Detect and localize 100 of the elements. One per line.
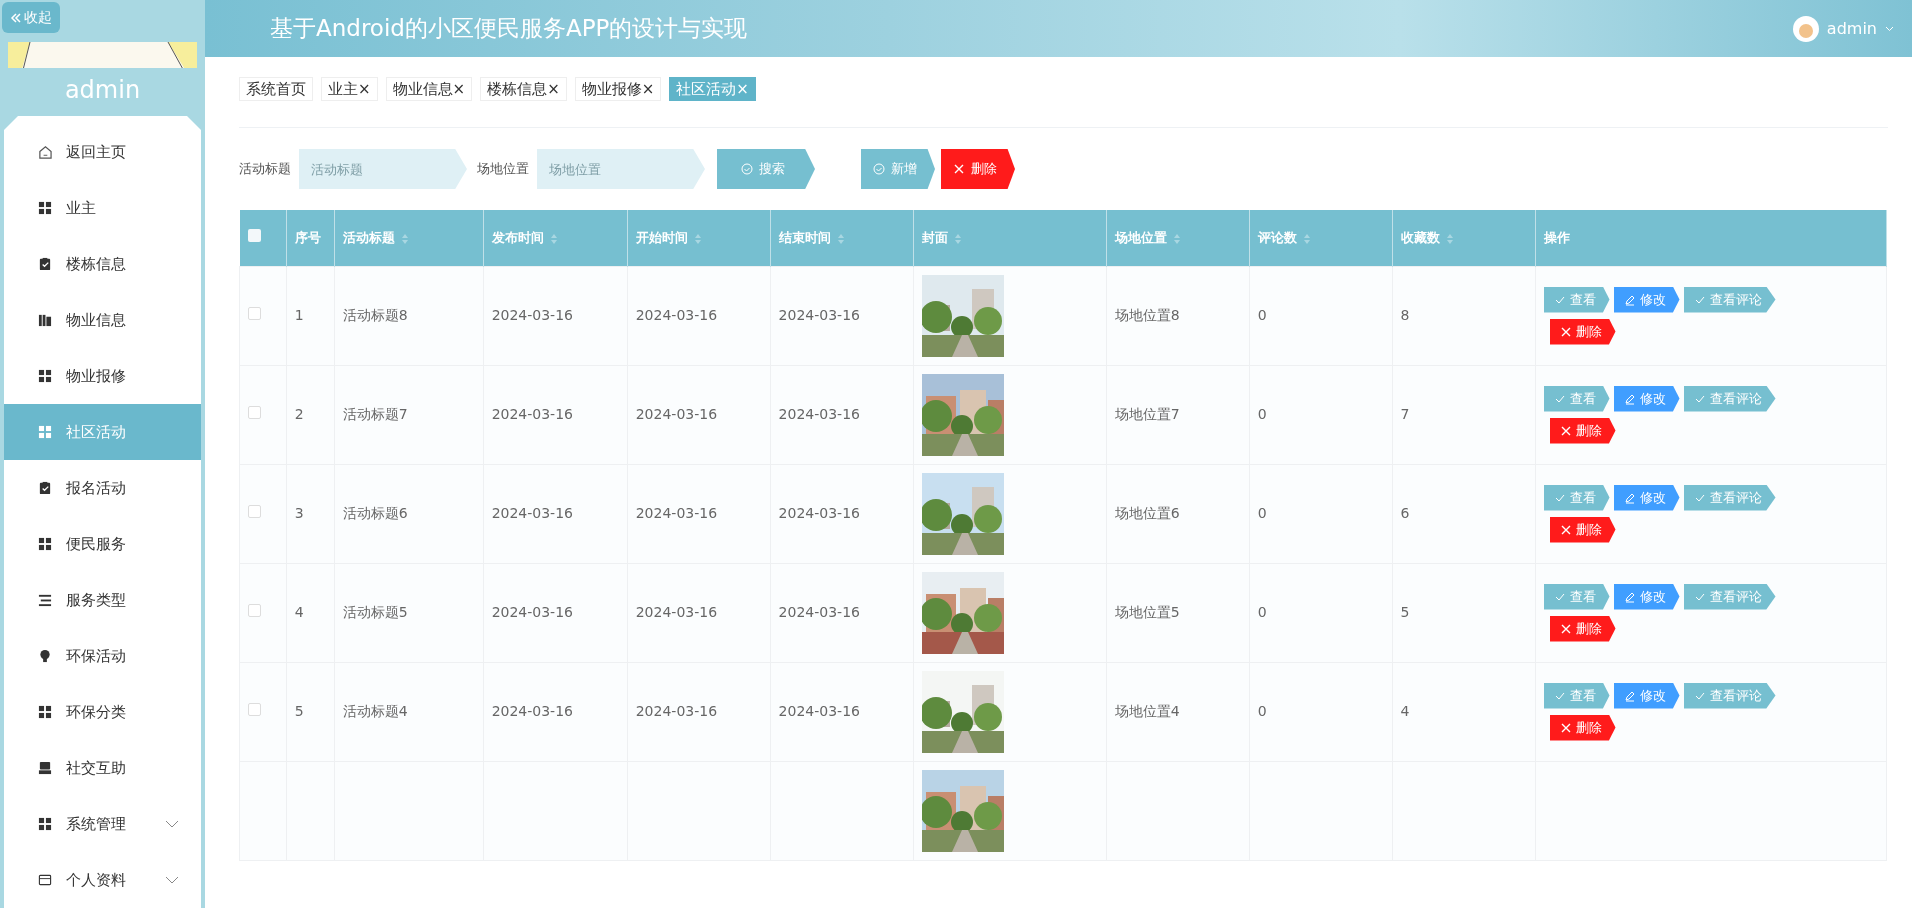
menu-item[interactable]: 社区活动	[4, 404, 201, 460]
clipboard-icon	[38, 257, 52, 271]
table-cell: 2024-03-16	[635, 307, 718, 323]
view-button[interactable]: 查看评论	[1683, 484, 1776, 511]
view-button[interactable]: 查看评论	[1683, 682, 1776, 709]
tab[interactable]: 社区活动×	[669, 77, 756, 101]
edit-button[interactable]: 修改	[1613, 286, 1680, 313]
sort-icon[interactable]	[1302, 232, 1311, 245]
caret-down-icon[interactable]	[1885, 25, 1894, 32]
menu-item[interactable]: 返回主页	[4, 124, 201, 180]
pencil-icon	[1623, 689, 1636, 702]
tab[interactable]: 物业信息×	[385, 77, 473, 101]
menu-item[interactable]: 社交互助	[4, 740, 201, 796]
menu-item[interactable]: 系统管理	[4, 796, 201, 852]
sort-icon[interactable]	[549, 232, 558, 245]
table-cell: 2024-03-16	[778, 307, 860, 323]
view-button[interactable]: 查看	[1543, 286, 1610, 313]
sort-icon[interactable]	[953, 232, 962, 245]
collapse-button[interactable]: 收起	[2, 2, 60, 33]
double-chevron-icon	[10, 11, 22, 24]
sort-icon[interactable]	[1445, 232, 1454, 245]
search-button[interactable]: 搜索	[717, 149, 815, 189]
column-header: 收藏数	[1400, 230, 1440, 245]
table-cell: 场地位置8	[1114, 307, 1180, 323]
delete-button[interactable]: 删除	[1549, 516, 1616, 543]
table-cell: 2024-03-16	[491, 406, 573, 422]
add-button[interactable]: 新增	[861, 149, 935, 189]
row-checkbox[interactable]	[248, 307, 261, 320]
table-cell: 2024-03-16	[778, 505, 860, 521]
avatar	[1792, 15, 1819, 42]
tab[interactable]: 物业报修×	[574, 77, 662, 101]
table-cell: 5	[294, 703, 304, 719]
tab[interactable]: 楼栋信息×	[480, 77, 567, 101]
grid-icon	[38, 705, 52, 719]
sort-icon[interactable]	[1172, 232, 1181, 245]
menu-item[interactable]: 服务类型	[4, 572, 201, 628]
card-icon	[38, 873, 52, 887]
menu-item[interactable]: 物业信息	[4, 292, 201, 348]
table-cell: 场地位置7	[1114, 406, 1180, 422]
view-button[interactable]: 查看评论	[1683, 583, 1776, 610]
view-button[interactable]: 查看	[1543, 385, 1610, 412]
delete-button[interactable]: 删除	[941, 149, 1015, 189]
search-field[interactable]: 场地位置	[537, 149, 705, 189]
pencil-icon	[1623, 392, 1636, 405]
table-cell: 0	[1257, 604, 1267, 620]
grid-icon	[38, 425, 52, 439]
close-icon	[1559, 325, 1572, 338]
view-button[interactable]: 查看评论	[1683, 385, 1776, 412]
table-cell: 4	[1400, 703, 1410, 719]
menu-item[interactable]: 个人资料	[4, 852, 201, 908]
clipboard-icon	[38, 481, 52, 495]
bars-icon	[38, 313, 52, 327]
user-name: admin	[63, 75, 142, 106]
delete-button[interactable]: 删除	[1549, 714, 1616, 741]
edit-button[interactable]: 修改	[1613, 385, 1680, 412]
table-cell: 2024-03-16	[491, 703, 573, 719]
menu-item[interactable]: 便民服务	[4, 516, 201, 572]
edit-button[interactable]: 修改	[1613, 682, 1680, 709]
view-button[interactable]: 查看	[1543, 682, 1610, 709]
menu-item[interactable]: 物业报修	[4, 348, 201, 404]
sort-icon[interactable]	[693, 232, 702, 245]
column-header: 发布时间	[491, 230, 544, 245]
row-checkbox[interactable]	[248, 505, 261, 518]
table-cell: 2024-03-16	[491, 505, 573, 521]
row-checkbox[interactable]	[248, 604, 261, 617]
edit-button[interactable]: 修改	[1613, 583, 1680, 610]
table-cell: 2024-03-16	[491, 604, 573, 620]
table-cell: 2024-03-16	[635, 406, 718, 422]
tab[interactable]: 系统首页	[239, 77, 313, 101]
table-cell: 3	[294, 505, 304, 521]
sort-icon[interactable]	[400, 232, 409, 245]
pencil-icon	[1623, 293, 1636, 306]
delete-button[interactable]: 删除	[1549, 417, 1616, 444]
menu-item[interactable]: 楼栋信息	[4, 236, 201, 292]
view-button[interactable]: 查看	[1543, 583, 1610, 610]
search-field[interactable]: 活动标题	[299, 149, 467, 189]
delete-button[interactable]: 删除	[1549, 615, 1616, 642]
menu-item[interactable]: 环保活动	[4, 628, 201, 684]
menu-item[interactable]: 报名活动	[4, 460, 201, 516]
column-header: 场地位置	[1114, 230, 1167, 245]
table-cell: 2024-03-16	[635, 505, 718, 521]
chevron-down-icon	[165, 819, 179, 829]
table-cell: 2024-03-16	[635, 703, 718, 719]
menu-item[interactable]: 环保分类	[4, 684, 201, 740]
edit-button[interactable]: 修改	[1613, 484, 1680, 511]
sort-icon[interactable]	[836, 232, 845, 245]
close-icon	[1559, 424, 1572, 437]
column-header: 序号	[294, 230, 321, 245]
field-label: 活动标题	[239, 160, 291, 179]
table-cell: 0	[1257, 703, 1267, 719]
delete-button[interactable]: 删除	[1549, 318, 1616, 345]
menu-item[interactable]: 业主	[4, 180, 201, 236]
view-button[interactable]: 查看	[1543, 484, 1610, 511]
table-cell: 0	[1257, 307, 1267, 323]
view-button[interactable]: 查看评论	[1683, 286, 1776, 313]
column-header: 操作	[1543, 230, 1570, 245]
select-all-checkbox[interactable]	[247, 229, 261, 242]
row-checkbox[interactable]	[248, 703, 261, 716]
tab[interactable]: 业主×	[321, 77, 378, 101]
row-checkbox[interactable]	[248, 406, 261, 419]
